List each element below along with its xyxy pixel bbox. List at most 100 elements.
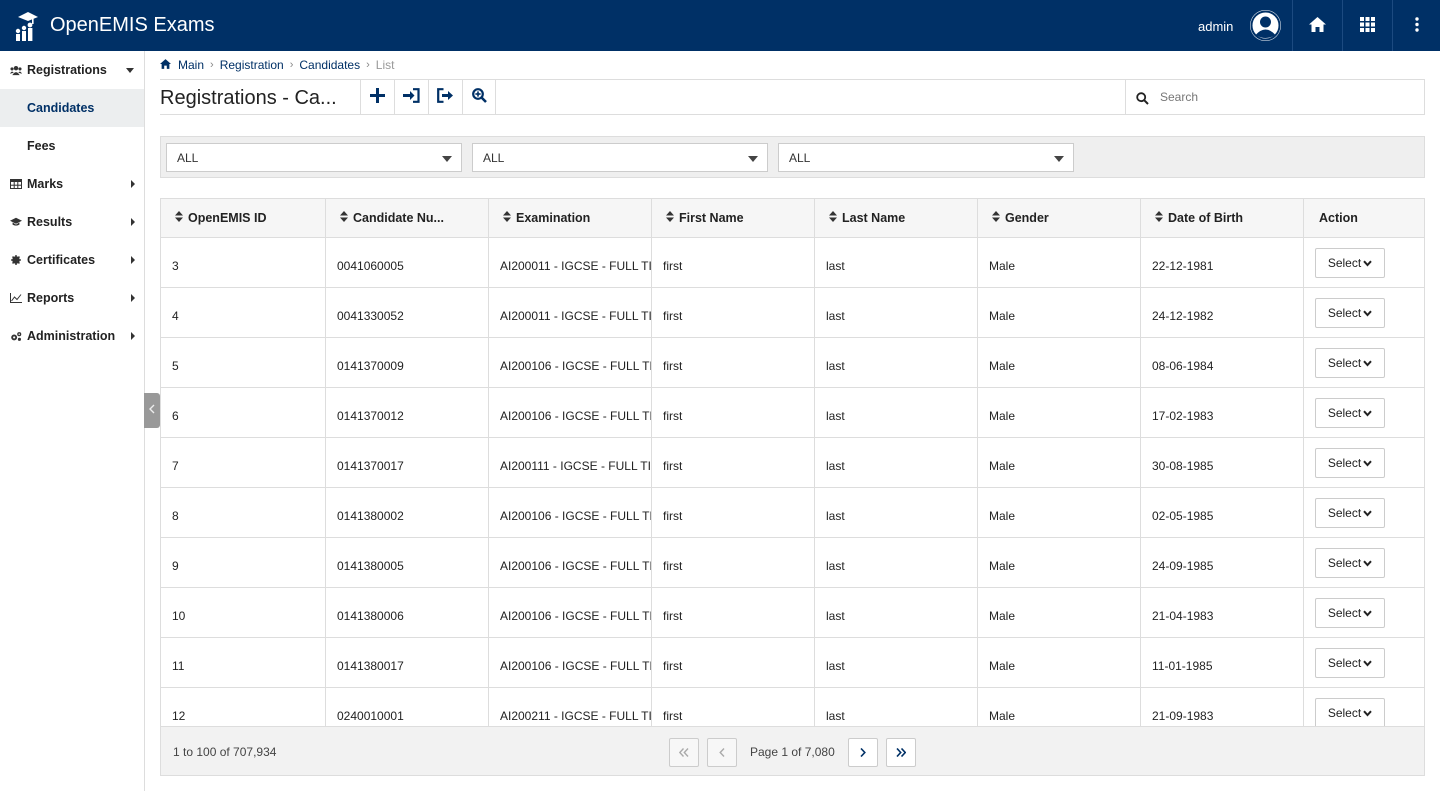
column-header-openemis-id[interactable]: OpenEMIS ID	[161, 199, 326, 237]
caret-right-icon	[131, 180, 135, 188]
sidebar-item-label: Administration	[27, 329, 116, 343]
plus-icon	[370, 88, 385, 106]
sort-icon	[829, 199, 837, 237]
breadcrumb-link-candidates[interactable]: Candidates	[299, 58, 360, 72]
cell-openemis-id: 8	[161, 488, 326, 537]
openemis-logo-icon	[12, 11, 38, 41]
cell-first-name: first	[652, 638, 815, 687]
line-chart-icon	[10, 292, 22, 304]
cell-candidate-number: 0141370009	[326, 338, 489, 387]
breadcrumb-link-registration[interactable]: Registration	[220, 58, 284, 72]
cell-action: Select	[1304, 288, 1424, 337]
cell-date-of-birth: 21-09-1983	[1141, 688, 1304, 726]
cell-candidate-number: 0240010001	[326, 688, 489, 726]
select-action-button[interactable]: Select	[1315, 448, 1385, 478]
select-action-button[interactable]: Select	[1315, 348, 1385, 378]
chevron-down-icon	[1361, 356, 1372, 370]
advanced-search-button[interactable]	[462, 80, 496, 114]
select-label: Select	[1327, 306, 1362, 320]
next-page-button[interactable]	[848, 738, 878, 767]
column-header-gender[interactable]: Gender	[978, 199, 1141, 237]
cell-last-name: last	[815, 588, 978, 637]
table-icon	[10, 178, 22, 190]
sort-icon	[1155, 199, 1163, 237]
column-header-first-name[interactable]: First Name	[652, 199, 815, 237]
select-label: Select	[1327, 456, 1362, 470]
previous-page-button[interactable]	[707, 738, 737, 767]
select-action-button[interactable]: Select	[1315, 398, 1385, 428]
page-title: Registrations - Ca...	[160, 87, 337, 109]
select-action-button[interactable]: Select	[1315, 698, 1385, 726]
user-avatar-icon[interactable]	[1250, 10, 1281, 41]
first-page-button[interactable]	[669, 738, 699, 767]
add-button[interactable]	[360, 80, 394, 114]
cell-examination: AI200011 - IGCSE - FULL TI	[489, 238, 652, 287]
cell-openemis-id: 12	[161, 688, 326, 726]
select-action-button[interactable]: Select	[1315, 598, 1385, 628]
sidebar-collapse-handle[interactable]	[144, 393, 160, 428]
certificate-icon	[10, 254, 22, 266]
column-header-examination[interactable]: Examination	[489, 199, 652, 237]
sort-icon	[503, 199, 511, 237]
search-input[interactable]	[1160, 86, 1415, 108]
sidebar-subitem-fees[interactable]: Fees	[0, 127, 144, 165]
column-header-last-name[interactable]: Last Name	[815, 199, 978, 237]
apps-button[interactable]	[1342, 0, 1392, 51]
home-icon	[1309, 16, 1326, 35]
sidebar-item-registrations[interactable]: Registrations	[0, 51, 144, 89]
home-button[interactable]	[1292, 0, 1342, 51]
column-header-candidate-number[interactable]: Candidate Nu...	[326, 199, 489, 237]
select-action-button[interactable]: Select	[1315, 648, 1385, 678]
sidebar-item-marks[interactable]: Marks	[0, 165, 144, 203]
sidebar-subitem-candidates[interactable]: Candidates	[0, 89, 144, 127]
cell-examination: AI200106 - IGCSE - FULL TI	[489, 638, 652, 687]
select-action-button[interactable]: Select	[1315, 498, 1385, 528]
column-header-date-of-birth[interactable]: Date of Birth	[1141, 199, 1304, 237]
filter-value: ALL	[483, 151, 505, 165]
caret-right-icon	[131, 218, 135, 226]
cell-openemis-id: 4	[161, 288, 326, 337]
cell-last-name: last	[815, 688, 978, 726]
breadcrumb-link-main[interactable]: Main	[178, 58, 204, 72]
cell-first-name: first	[652, 288, 815, 337]
cell-date-of-birth: 17-02-1983	[1141, 388, 1304, 437]
cell-date-of-birth: 30-08-1985	[1141, 438, 1304, 487]
double-chevron-left-icon	[678, 746, 689, 760]
filter-select-1[interactable]: ALL	[166, 143, 462, 172]
breadcrumb: Main › Registration › Candidates › List	[160, 57, 394, 73]
table-row: 6 0141370012 AI200106 - IGCSE - FULL TI fir…	[161, 388, 1424, 438]
select-action-button[interactable]: Select	[1315, 548, 1385, 578]
sidebar-item-reports[interactable]: Reports	[0, 279, 144, 317]
user-name[interactable]: admin	[1198, 0, 1233, 51]
cell-candidate-number: 0041060005	[326, 238, 489, 287]
sidebar-item-results[interactable]: Results	[0, 203, 144, 241]
select-label: Select	[1327, 656, 1362, 670]
search-box	[1125, 80, 1425, 114]
page-info: Page 1 of 7,080	[750, 745, 835, 759]
cell-openemis-id: 3	[161, 238, 326, 287]
home-icon[interactable]	[160, 58, 171, 72]
sort-icon	[992, 199, 1000, 237]
more-menu-button[interactable]	[1392, 0, 1440, 51]
select-action-button[interactable]: Select	[1315, 298, 1385, 328]
sidebar-item-certificates[interactable]: Certificates	[0, 241, 144, 279]
cell-gender: Male	[978, 288, 1141, 337]
cell-gender: Male	[978, 688, 1141, 726]
cell-examination: AI200106 - IGCSE - FULL TI	[489, 588, 652, 637]
column-header-action: Action	[1319, 211, 1358, 225]
filter-select-3[interactable]: ALL	[778, 143, 1074, 172]
import-button[interactable]	[394, 80, 428, 114]
dropdown-arrow-icon	[748, 156, 758, 162]
cell-gender: Male	[978, 588, 1141, 637]
export-button[interactable]	[428, 80, 462, 114]
cell-examination: AI200211 - IGCSE - FULL TI	[489, 688, 652, 726]
cell-first-name: first	[652, 438, 815, 487]
chevron-right-icon: ›	[210, 59, 214, 71]
filter-select-2[interactable]: ALL	[472, 143, 768, 172]
filter-bar: ALL ALL ALL	[160, 136, 1425, 178]
table-footer: 1 to 100 of 707,934 Page 1 of 7,080	[161, 726, 1424, 775]
select-action-button[interactable]: Select	[1315, 248, 1385, 278]
brand[interactable]: OpenEMIS Exams	[12, 0, 215, 51]
sidebar-item-administration[interactable]: Administration	[0, 317, 144, 355]
last-page-button[interactable]	[886, 738, 916, 767]
